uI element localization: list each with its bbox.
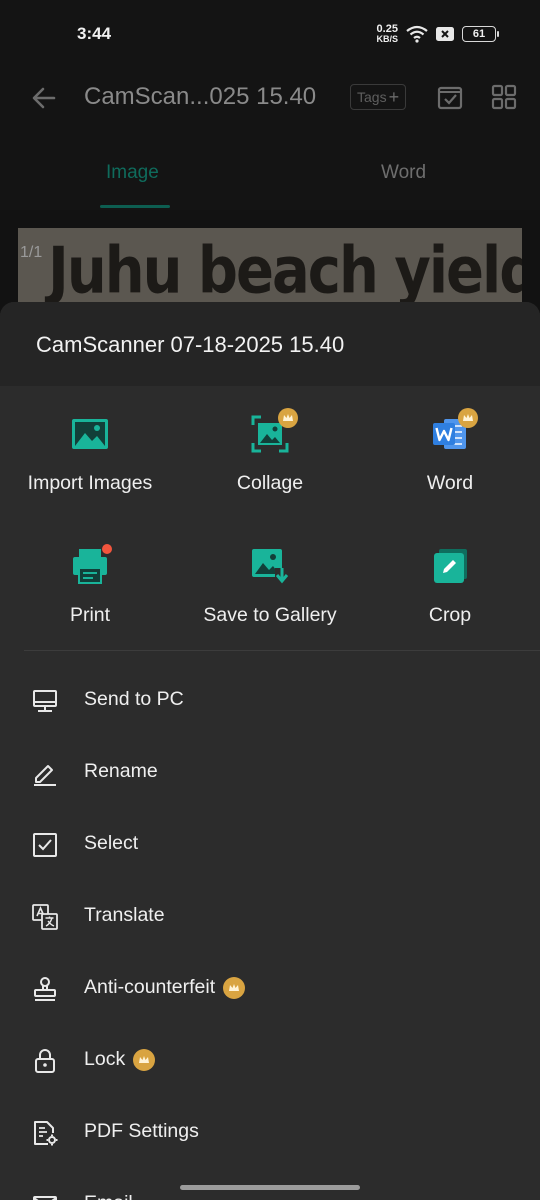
lock-icon	[35, 1049, 55, 1073]
app-bar: CamScan...025 15.40 Tags +	[0, 66, 540, 130]
select-pages-icon[interactable]	[436, 83, 464, 111]
sheet-header: CamScanner 07-18-2025 15.40	[0, 302, 540, 386]
no-sim-icon	[436, 27, 454, 41]
translate-icon	[32, 904, 58, 930]
tab-word[interactable]: Word	[381, 162, 426, 184]
premium-crown-icon	[278, 408, 298, 428]
grid-view-icon[interactable]	[490, 83, 518, 111]
wifi-icon	[406, 25, 428, 43]
import-images-label: Import Images	[27, 472, 153, 494]
premium-crown-icon	[133, 1048, 156, 1071]
network-speed: 0.25 KB/S	[376, 24, 398, 44]
crop-label: Crop	[428, 604, 472, 626]
image-icon	[72, 419, 108, 449]
status-bar: 3:44 0.25 KB/S 61	[0, 0, 540, 66]
more-options-sheet: CamScanner 07-18-2025 15.40 Import Image…	[0, 302, 540, 1200]
view-tabs: Image Word	[0, 130, 540, 210]
tags-plus: +	[388, 86, 400, 107]
pencil-icon	[34, 765, 56, 786]
word-label: Word	[426, 472, 474, 494]
rename-item[interactable]: Rename	[0, 736, 540, 808]
translate-item[interactable]: Translate	[0, 880, 540, 952]
stamp-icon	[34, 977, 56, 1001]
word-button[interactable]: Word	[360, 408, 540, 495]
send-to-pc-label: Send to PC	[84, 688, 184, 710]
crop-icon	[434, 549, 467, 583]
active-tab-indicator	[100, 205, 170, 208]
status-time: 3:44	[77, 24, 112, 43]
sheet-title: CamScanner 07-18-2025 15.40	[36, 332, 345, 357]
print-button[interactable]: Print	[0, 544, 180, 627]
pdf-settings-label: PDF Settings	[84, 1120, 199, 1142]
tags-button[interactable]: Tags +	[350, 84, 407, 110]
computer-icon	[33, 690, 57, 712]
collage-label: Collage	[236, 472, 304, 494]
lock-item[interactable]: Lock	[0, 1024, 540, 1096]
back-arrow-icon[interactable]	[30, 84, 58, 112]
print-label: Print	[69, 604, 111, 626]
pdf-settings-item[interactable]: PDF Settings	[0, 1096, 540, 1168]
rename-label: Rename	[84, 760, 158, 782]
checkbox-icon	[33, 833, 57, 857]
document-title[interactable]: CamScan...025 15.40	[84, 83, 316, 111]
save-to-gallery-icon	[252, 549, 289, 584]
import-images-button[interactable]: Import Images	[0, 414, 180, 495]
crop-button[interactable]: Crop	[360, 546, 540, 627]
status-icons: 0.25 KB/S 61	[376, 22, 499, 46]
email-item[interactable]: Email	[0, 1168, 540, 1200]
battery-icon: 61	[462, 26, 499, 42]
email-label: Email	[84, 1192, 133, 1200]
notification-dot	[102, 544, 112, 554]
page-preview: Juhu beach yields 1/1	[0, 210, 540, 310]
tab-image[interactable]: Image	[106, 162, 159, 184]
pdf-settings-icon	[34, 1121, 58, 1146]
lock-label: Lock	[84, 1048, 126, 1070]
network-speed-unit: KB/S	[376, 34, 398, 44]
select-item[interactable]: Select	[0, 808, 540, 880]
send-to-pc-item[interactable]: Send to PC	[0, 664, 540, 736]
select-label: Select	[84, 832, 139, 854]
save-to-gallery-button[interactable]: Save to Gallery	[180, 546, 360, 627]
section-divider	[24, 650, 540, 651]
scanned-page-image[interactable]: Juhu beach yields	[18, 228, 522, 310]
anti-counterfeit-label: Anti-counterfeit	[84, 976, 216, 998]
scan-headline: Juhu beach yields	[48, 234, 522, 309]
page-indicator: 1/1	[20, 244, 43, 261]
email-icon	[33, 1196, 57, 1200]
premium-crown-icon	[458, 408, 478, 428]
premium-crown-icon	[223, 976, 246, 999]
save-to-gallery-label: Save to Gallery	[203, 604, 337, 626]
translate-label: Translate	[84, 904, 165, 926]
home-indicator[interactable]	[180, 1185, 360, 1190]
tags-label: Tags	[357, 89, 387, 105]
anti-counterfeit-item[interactable]: Anti-counterfeit	[0, 952, 540, 1024]
collage-button[interactable]: Collage	[180, 408, 360, 495]
